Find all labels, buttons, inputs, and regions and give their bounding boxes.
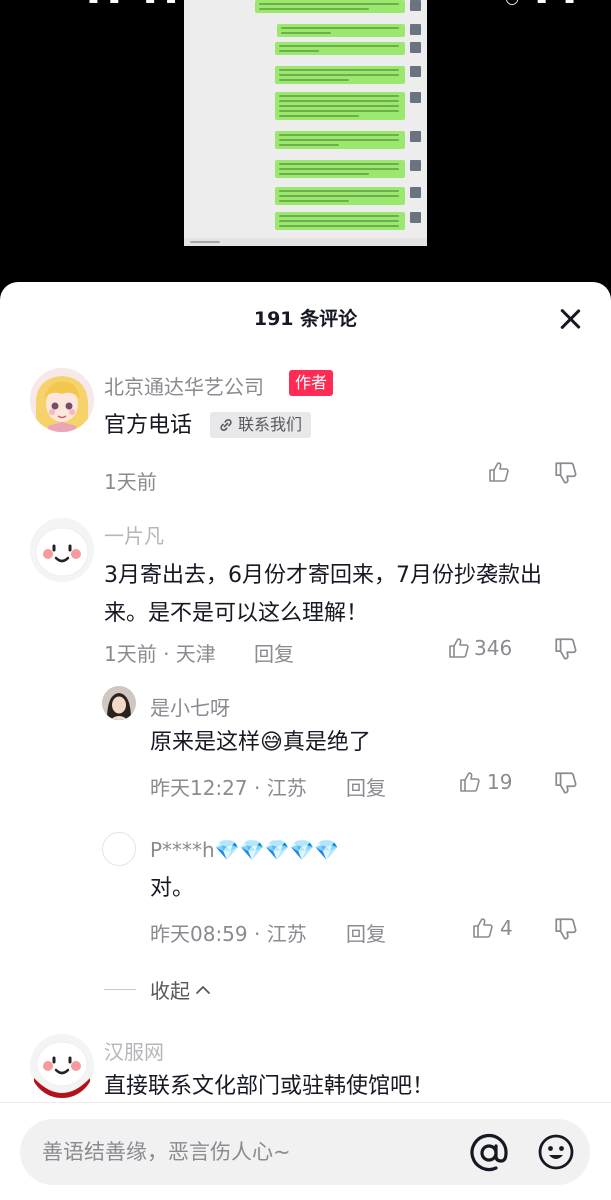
reply-username[interactable]: 是小七呀 (150, 692, 230, 721)
collapse-divider (104, 989, 136, 990)
like-icon (489, 462, 509, 482)
dislike-button[interactable] (553, 460, 579, 486)
avatar[interactable] (30, 518, 94, 582)
avatar[interactable] (102, 832, 136, 866)
comment-input-bar (0, 1102, 611, 1200)
collapse-label: 收起 (150, 979, 190, 1003)
contact-us-label: 联系我们 (238, 415, 303, 434)
comment-input[interactable] (42, 1119, 462, 1185)
chevron-up-icon (196, 985, 210, 994)
avatar[interactable] (30, 1034, 94, 1098)
like-icon (449, 638, 469, 658)
reply-time-location: 昨天12:27 · 江苏 (150, 776, 307, 800)
comment-username[interactable]: 北京通达华艺公司 (104, 371, 264, 400)
dislike-button[interactable] (553, 770, 579, 796)
reply-text: 原来是这样😅真是绝了 (150, 730, 371, 755)
close-icon[interactable] (559, 308, 581, 330)
like-count: 346 (474, 636, 513, 660)
comment-time: 1天前 (104, 470, 157, 494)
dislike-icon (555, 462, 577, 484)
reply-button[interactable]: 回复 (346, 918, 386, 947)
status-icons-right: ◔ ▪ ▪ (505, 0, 581, 7)
reply-text: 对。 (150, 876, 195, 901)
comments-header: 191 条评论 (0, 302, 611, 336)
like-count: 4 (500, 916, 513, 940)
comment-text: 直接联系文化部门或驻韩使馆吧！ (104, 1074, 435, 1099)
contact-us-link[interactable]: 联系我们 (210, 412, 312, 438)
video-player[interactable]: ▪▪ ▪▪ ▪ ◔ ▪ ▪ (0, 0, 611, 300)
comment-text: 官方电话 (104, 413, 193, 438)
comment-time-location: 1天前 · 天津 (104, 642, 216, 666)
dislike-button[interactable] (553, 916, 579, 942)
avatar[interactable] (102, 686, 136, 720)
comments-count-title: 191 条评论 (253, 308, 358, 330)
comment-username[interactable]: 汉服网 (104, 1036, 164, 1065)
reply-button[interactable]: 回复 (346, 772, 386, 801)
chat-screenshot-image (184, 0, 427, 246)
author-badge: 作者 (289, 370, 334, 396)
comment-input-container (20, 1119, 590, 1185)
avatar[interactable] (30, 368, 94, 432)
like-icon (460, 772, 480, 792)
like-icon (473, 918, 493, 938)
chat-screenshot-footer (184, 238, 427, 246)
reply-username[interactable]: P****h💎💎💎💎💎 (150, 838, 339, 862)
like-button[interactable]: 4 (471, 916, 513, 940)
dislike-icon (555, 918, 577, 940)
at-icon[interactable] (468, 1132, 510, 1174)
like-button[interactable] (487, 460, 511, 484)
comment-text: 3月寄出去，6月份才寄回来，7月份抄袭款出来。是不是可以这么理解！ (104, 563, 542, 626)
dislike-icon (555, 772, 577, 794)
reply-time-location: 昨天08:59 · 江苏 (150, 922, 307, 946)
like-count: 19 (487, 770, 513, 794)
comments-panel: 191 条评论 北京通达华艺公司 作者 官方电话 联系我们 1天前 一片凡 3月… (0, 282, 611, 1200)
dislike-button[interactable] (553, 636, 579, 662)
emoji-icon[interactable] (537, 1133, 575, 1171)
link-icon (220, 419, 232, 431)
reply-button[interactable]: 回复 (254, 638, 294, 667)
comment-username[interactable]: 一片凡 (104, 520, 164, 549)
like-button[interactable]: 19 (458, 770, 512, 794)
like-button[interactable]: 346 (447, 636, 512, 660)
dislike-icon (555, 638, 577, 660)
collapse-replies-button[interactable]: 收起 (104, 975, 213, 1004)
